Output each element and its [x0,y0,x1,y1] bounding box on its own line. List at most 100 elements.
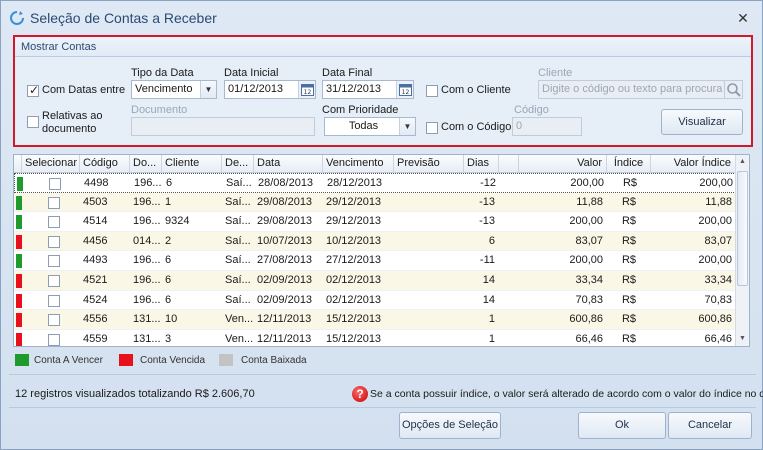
table-row[interactable]: 4498 196... 6 Saí... 28/08/2013 28/12/2013 -12… [14,173,736,193]
table-row[interactable]: 4521 196... 6 Saí... 02/09/2013 02/12/2013 14 3… [14,271,736,291]
status-indicator [17,177,23,191]
scroll-down-icon[interactable]: ▼ [736,332,749,346]
status-indicator [16,274,22,288]
cell-previsao [394,310,464,329]
cell-data: 12/11/2013 [257,332,312,345]
cell-valor: 200,00 [569,215,603,228]
cancelar-button[interactable]: Cancelar [668,412,752,439]
visualizar-label: Visualizar [678,116,726,128]
window-title: Seleção de Contas a Receber [30,10,217,26]
col-valor-indice[interactable]: Valor Índice [651,155,736,173]
row-select-checkbox[interactable] [48,235,60,248]
cell-indice: R$ [621,293,637,306]
cell-previsao [394,291,464,310]
data-inicial-field[interactable]: 01/12/2013 12 [224,80,316,99]
table-row[interactable]: 4556 131... 10 Ven... 12/11/2013 15/12/2013 1 6… [14,310,736,330]
calendar-icon[interactable]: 12 [298,81,315,98]
ok-button[interactable]: Ok [578,412,666,439]
col-cliente[interactable]: Cliente [162,155,222,173]
row-select-checkbox[interactable] [48,216,60,229]
col-data[interactable]: Data [254,155,323,173]
cell-cliente: 10 [165,313,178,326]
cell-documento: 196... [133,215,161,228]
cell-documento: 196... [134,177,162,189]
table-row[interactable]: 4493 196... 6 Saí... 27/08/2013 27/12/2013 -11… [14,251,736,271]
table-row[interactable]: 4559 131... 3 Ven... 12/11/2013 15/12/2013 1 66… [14,330,736,346]
com-datas-entre-checkbox[interactable] [27,83,39,97]
legend-label: Conta Vencida [140,355,206,366]
cell-valor: 600,86 [569,313,603,326]
com-cliente-checkbox[interactable] [426,85,438,97]
close-button[interactable]: ✕ [734,9,752,27]
cell-documento: 131... [133,313,161,326]
cell-data: 29/08/2013 [257,195,313,208]
row-select-checkbox[interactable] [48,333,60,346]
cell-dias: 14 [482,274,495,286]
col-codigo[interactable]: Código [80,155,130,173]
chevron-down-icon[interactable]: ▼ [399,118,415,135]
chevron-down-icon[interactable]: ▼ [200,81,216,98]
title-bar[interactable]: Seleção de Contas a Receber ✕ [1,1,762,35]
cell-codigo: 4503 [83,195,108,208]
col-descricao[interactable]: De... [222,155,254,173]
scroll-thumb[interactable] [737,171,748,286]
legend-swatch [15,354,29,366]
cell-cliente: 2 [165,234,172,247]
cell-valor: 70,83 [575,293,603,306]
cell-descricao: Saí... [225,195,251,208]
row-select-checkbox[interactable] [48,275,60,287]
cell-dias: -13 [479,215,495,228]
table-row[interactable]: 4514 196... 9324 Saí... 29/08/2013 29/12/2013… [14,212,736,232]
col-selecionar[interactable]: Selecionar [22,155,80,173]
row-select-checkbox[interactable] [49,178,61,190]
row-select-checkbox[interactable] [48,294,60,307]
com-codigo-checkbox[interactable] [426,122,438,134]
col-dias[interactable]: Dias [464,155,499,173]
scroll-up-icon[interactable]: ▲ [736,155,749,169]
calendar-icon[interactable]: 12 [396,81,413,98]
cliente-placeholder: Digite o código ou texto para procura [542,83,723,95]
table-row[interactable]: 4503 196... 1 Saí... 29/08/2013 29/12/2013 -13… [14,192,736,213]
row-select-checkbox[interactable] [48,196,60,209]
documento-label: Documento [131,104,188,116]
cell-descricao: Saí... [225,293,251,306]
row-select-checkbox[interactable] [48,255,60,268]
divider [9,374,756,375]
search-icon[interactable] [724,81,742,98]
cell-cliente: 9324 [165,215,190,228]
col-blank[interactable] [499,155,519,173]
table-header: Selecionar Código Do... Cliente De... Da… [14,155,736,173]
tipo-data-select[interactable]: Vencimento ▼ [131,80,217,99]
col-previsao[interactable]: Previsão [394,155,464,173]
documento-field[interactable] [131,117,315,136]
cell-descricao: Saí... [225,234,251,247]
col-documento[interactable]: Do... [130,155,162,173]
relativas-checkbox[interactable] [27,116,39,128]
table-row[interactable]: 4456 014... 2 Saí... 10/07/2013 10/12/2013 6 83… [14,231,736,252]
summary-text: 12 registros visualizados totalizando R$… [15,388,255,400]
cell-valor-indice: 200,00 [699,177,733,189]
prioridade-select[interactable]: Todas ▼ [324,117,416,136]
col-indice[interactable]: Índice [607,155,651,173]
table-row[interactable]: 4524 196... 6 Saí... 02/09/2013 02/12/2013 14 7… [14,291,736,311]
visualizar-button[interactable]: Visualizar [661,109,743,135]
vertical-scrollbar[interactable]: ▲ ▼ [735,155,749,346]
cell-dias: 6 [488,234,495,247]
codigo-field[interactable]: 0 [512,117,582,136]
indice-notice: Se a conta possuir índice, o valor será … [370,388,763,400]
tipo-data-label: Tipo da Data [131,67,194,79]
col-valor[interactable]: Valor [519,155,607,173]
data-inicial-value: 01/12/2013 [228,83,284,95]
cell-vencimento: 10/12/2013 [326,234,382,247]
relativas-label-line2: documento [42,123,97,135]
cliente-field[interactable]: Digite o código ou texto para procura [538,80,743,99]
cell-vencimento: 27/12/2013 [326,254,382,267]
data-final-field[interactable]: 31/12/2013 12 [322,80,414,99]
cell-indice: R$ [621,234,637,247]
codigo-value: 0 [516,120,523,132]
col-vencimento[interactable]: Vencimento [323,155,394,173]
opcoes-selecao-button[interactable]: Opções de Seleção [399,412,501,439]
cell-dias: 1 [488,313,495,326]
row-select-checkbox[interactable] [48,314,60,327]
cell-indice: R$ [621,332,637,345]
